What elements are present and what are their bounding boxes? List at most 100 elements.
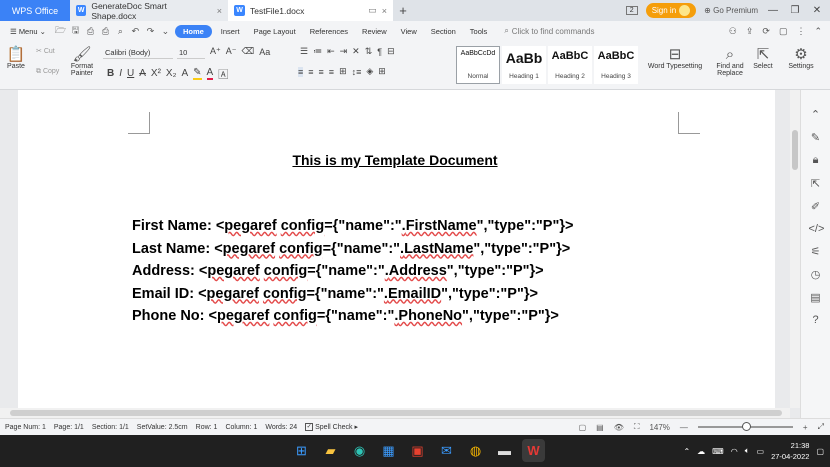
- style-normal[interactable]: AaBbCcDd Normal: [456, 46, 500, 84]
- strikethrough-icon[interactable]: A: [139, 68, 146, 79]
- terminal-icon[interactable]: ▬: [493, 439, 516, 462]
- tab-insert[interactable]: Insert: [216, 25, 245, 38]
- tab-generatedoc[interactable]: W GenerateDoc Smart Shape.docx ×: [70, 0, 228, 21]
- clear-format-icon[interactable]: ⌫: [242, 46, 255, 57]
- bullets-icon[interactable]: ☰: [300, 46, 308, 57]
- change-case-icon[interactable]: Aa: [259, 47, 270, 57]
- command-search[interactable]: ⌕ Click to find commands: [504, 26, 594, 36]
- font-color-icon[interactable]: A: [206, 67, 214, 80]
- tab-section[interactable]: Section: [426, 25, 461, 38]
- layers-icon[interactable]: ▤: [809, 291, 823, 304]
- comment-icon[interactable]: ▢: [779, 26, 788, 37]
- code-icon[interactable]: </>: [809, 223, 825, 235]
- mail-icon[interactable]: ✉: [435, 439, 458, 462]
- restore-icon[interactable]: ❐: [788, 5, 802, 16]
- undo-icon[interactable]: ↶: [130, 26, 141, 37]
- pointer-icon[interactable]: ⇱: [809, 177, 823, 190]
- style-heading-2[interactable]: AaBbC Heading 2: [548, 46, 592, 84]
- font-size-select[interactable]: 10: [177, 46, 205, 59]
- page-counter-badge[interactable]: 2: [625, 6, 638, 15]
- tab-close-icon[interactable]: ×: [217, 6, 222, 16]
- edge-browser-icon[interactable]: ◉: [348, 439, 371, 462]
- line-spacing-icon[interactable]: ↕≡: [352, 67, 362, 77]
- sliders-icon[interactable]: ⚟: [809, 245, 823, 258]
- format-painter-button[interactable]: 🖌 Format Painter: [69, 46, 95, 77]
- style-heading-1[interactable]: AaBb Heading 1: [502, 46, 546, 84]
- select-button[interactable]: ⇱ Select: [750, 46, 776, 70]
- horizontal-scrollbar[interactable]: [0, 408, 790, 418]
- vertical-scroll-thumb[interactable]: [792, 130, 798, 170]
- tray-overflow-icon[interactable]: ⌃: [683, 447, 690, 456]
- text-effect-icon[interactable]: A: [181, 68, 188, 79]
- close-window-icon[interactable]: ✕: [810, 5, 824, 16]
- cloud-icon[interactable]: ☁: [697, 447, 705, 456]
- tab-view[interactable]: View: [396, 25, 422, 38]
- wifi-icon[interactable]: ◠: [731, 447, 738, 456]
- grow-font-icon[interactable]: A⁺: [210, 46, 221, 57]
- fullscreen-icon[interactable]: ⤢: [818, 422, 824, 432]
- align-center-icon[interactable]: ≡: [308, 67, 313, 77]
- collapse-ribbon-icon[interactable]: ⌃: [814, 26, 822, 37]
- tab-review[interactable]: Review: [357, 25, 392, 38]
- lock-icon[interactable]: 🔒︎: [809, 154, 823, 167]
- open-folder-icon[interactable]: 🗁: [55, 25, 66, 37]
- tab-close-icon[interactable]: ×: [382, 6, 387, 16]
- decrease-indent-icon[interactable]: ⇤: [327, 46, 335, 57]
- char-border-icon[interactable]: 🄰: [218, 66, 228, 81]
- zoom-slider[interactable]: [697, 422, 793, 431]
- borders-icon[interactable]: ⊞: [378, 66, 386, 77]
- edit-doc-icon[interactable]: ✐: [809, 200, 823, 213]
- save-icon[interactable]: 🖫: [70, 25, 81, 37]
- menu-button[interactable]: ☰ Menu ⌄: [5, 25, 51, 38]
- bold-icon[interactable]: B: [107, 68, 114, 79]
- wps-office-tab[interactable]: WPS Office: [0, 0, 70, 21]
- minimize-icon[interactable]: —: [766, 5, 780, 16]
- align-left-icon[interactable]: ≡: [298, 66, 304, 77]
- numbering-icon[interactable]: ≔: [313, 46, 322, 57]
- sign-in-button[interactable]: Sign in: [645, 3, 697, 18]
- tab-home[interactable]: Home: [174, 24, 212, 38]
- store-icon[interactable]: ▦: [377, 439, 400, 462]
- collapse-panel-icon[interactable]: ⌃: [809, 108, 823, 121]
- zoom-in-icon[interactable]: +: [803, 423, 808, 432]
- tab-page-layout[interactable]: Page Layout: [249, 25, 301, 38]
- highlight-icon[interactable]: ✎: [193, 67, 202, 80]
- increase-indent-icon[interactable]: ⇥: [340, 46, 348, 57]
- spell-check-toggle[interactable]: ✓ Spell Check ▸: [305, 423, 358, 431]
- read-mode-icon[interactable]: ▢: [579, 423, 587, 432]
- spell-check-checkbox[interactable]: ✓: [305, 423, 314, 431]
- tab-references[interactable]: References: [305, 25, 353, 38]
- italic-icon[interactable]: I: [119, 68, 122, 79]
- redo-icon[interactable]: ↷: [145, 26, 156, 37]
- paste-button[interactable]: 📋 Paste: [5, 46, 27, 70]
- volume-icon[interactable]: 🔈︎: [745, 446, 750, 456]
- battery-icon[interactable]: ▭: [757, 447, 765, 456]
- new-tab-button[interactable]: +: [393, 0, 413, 21]
- font-name-select[interactable]: Calibri (Body): [103, 46, 173, 59]
- zoom-out-icon[interactable]: —: [680, 423, 688, 432]
- language-icon[interactable]: ⌨: [712, 447, 724, 456]
- status-words[interactable]: Words: 24: [265, 424, 297, 431]
- tabs-icon[interactable]: ⊟: [387, 46, 395, 57]
- help-icon[interactable]: ?: [809, 314, 823, 326]
- underline-icon[interactable]: U: [127, 68, 134, 79]
- zoom-slider-knob[interactable]: [741, 422, 751, 431]
- distribute-icon[interactable]: ⊞: [339, 66, 347, 77]
- subscript-icon[interactable]: X₂: [166, 68, 177, 79]
- sync-icon[interactable]: ⟳: [762, 26, 770, 37]
- shrink-font-icon[interactable]: A⁻: [226, 46, 237, 57]
- copy-button[interactable]: ⧉ Copy: [36, 68, 59, 76]
- tab-tools[interactable]: Tools: [465, 25, 493, 38]
- tab-testfile1[interactable]: W TestFile1.docx ▭ ×: [228, 0, 393, 21]
- cut-button[interactable]: ✂ Cut: [36, 47, 55, 55]
- show-marks-icon[interactable]: ¶: [377, 47, 382, 57]
- go-premium-button[interactable]: ⊕ Go Premium: [704, 6, 758, 15]
- chrome-icon[interactable]: ◍: [464, 439, 487, 462]
- justify-icon[interactable]: ≡: [329, 67, 334, 77]
- style-heading-3[interactable]: AaBbC Heading 3: [594, 46, 638, 84]
- align-right-icon[interactable]: ≡: [319, 67, 324, 77]
- print-icon[interactable]: ⎙: [100, 26, 111, 37]
- find-replace-button[interactable]: ⌕ Find and Replace: [714, 46, 746, 77]
- share-icon[interactable]: ⇪: [746, 26, 754, 37]
- superscript-icon[interactable]: X²: [151, 68, 161, 79]
